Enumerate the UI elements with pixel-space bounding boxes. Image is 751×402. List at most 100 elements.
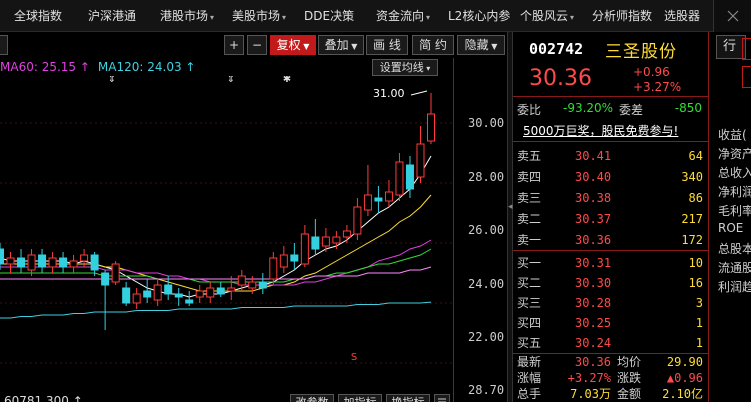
indicator-menu-button[interactable] bbox=[434, 394, 450, 402]
chart-toolbar: + − 复权 ▼ 叠加 ▼ 画 线 简 约 隐藏 ▼ bbox=[0, 32, 507, 58]
overlay-button[interactable]: 叠加 ▼ bbox=[318, 35, 364, 55]
candle[interactable] bbox=[311, 219, 320, 255]
zoom-in-button[interactable]: + bbox=[224, 35, 244, 55]
candle[interactable] bbox=[38, 249, 47, 273]
side-red-button[interactable] bbox=[742, 38, 751, 60]
menu-us-market[interactable]: 美股市场 ▾ bbox=[232, 0, 286, 32]
finance-item[interactable]: 总股本 bbox=[718, 240, 751, 257]
bid-row[interactable]: 买二 30.30 16 bbox=[513, 273, 709, 294]
candle[interactable] bbox=[227, 276, 236, 300]
candle[interactable] bbox=[185, 291, 194, 306]
candle[interactable] bbox=[101, 270, 110, 330]
candle[interactable] bbox=[353, 198, 362, 240]
candle[interactable] bbox=[290, 243, 299, 270]
menu-capital-flow[interactable]: 资金流向 ▾ bbox=[376, 0, 430, 32]
candle-body bbox=[321, 236, 330, 247]
ask-row[interactable]: 卖三 30.38 86 bbox=[513, 188, 709, 209]
candle[interactable] bbox=[111, 261, 120, 285]
candle[interactable] bbox=[216, 282, 225, 297]
menu-hk-market[interactable]: 港股市场 ▾ bbox=[160, 0, 214, 32]
menu-stock-connect[interactable]: 沪深港通 bbox=[88, 0, 136, 32]
side-red-button[interactable] bbox=[742, 66, 751, 88]
event-marker-icon[interactable]: ⇕ bbox=[108, 76, 116, 85]
candle[interactable] bbox=[427, 93, 435, 144]
ask-volume: 64 bbox=[688, 149, 703, 163]
stat-value: 29.90 bbox=[666, 355, 703, 369]
menu-stock-risk[interactable]: 个股风云 ▾ bbox=[520, 0, 574, 32]
candlestick-chart[interactable]: 31.00 ⇕ ⇕ ✱ S bbox=[0, 76, 453, 376]
collapse-arrow-icon[interactable]: ◂ bbox=[508, 202, 513, 212]
finance-item[interactable]: 流通股 bbox=[718, 259, 751, 276]
weicha-label: 委差 bbox=[619, 103, 644, 117]
stat-row: 涨幅 +3.27% 涨跌 ▲0.96 bbox=[513, 370, 709, 386]
quote-panel: 002742 三圣股份 30.36 +0.96 +3.27% 委比 -93.20… bbox=[513, 32, 709, 402]
event-marker-icon[interactable]: ⇕ bbox=[227, 76, 235, 85]
finance-item[interactable]: 利润趋 bbox=[718, 278, 751, 295]
candle-body bbox=[374, 197, 383, 202]
top-menu-bar: 全球指数 沪深港通 港股市场 ▾ 美股市场 ▾ DDE决策 资金流向 ▾ L2核心内参… bbox=[0, 0, 751, 32]
menu-analyst-index[interactable]: 分析师指数 bbox=[592, 0, 652, 32]
menu-global-index[interactable]: 全球指数 bbox=[14, 0, 62, 32]
candle[interactable] bbox=[300, 225, 309, 267]
finance-item[interactable]: ROE bbox=[718, 221, 743, 235]
candle-body bbox=[269, 257, 278, 280]
finance-item[interactable]: 净利润 bbox=[718, 183, 751, 200]
candle[interactable] bbox=[153, 279, 162, 306]
change-indicator-button[interactable]: 换指标 bbox=[386, 394, 430, 402]
candle[interactable] bbox=[143, 279, 152, 303]
promo-link[interactable]: 5000万巨奖，股民免费参与! bbox=[523, 122, 678, 139]
candle[interactable] bbox=[122, 282, 131, 306]
ask-row[interactable]: 卖四 30.40 340 bbox=[513, 167, 709, 188]
event-marker-icon[interactable]: S bbox=[351, 352, 357, 363]
menu-overflow-button[interactable] bbox=[713, 0, 751, 32]
set-ma-button[interactable]: 设置均线 ▾ bbox=[372, 59, 438, 76]
candle[interactable] bbox=[258, 273, 267, 294]
candle[interactable] bbox=[164, 276, 173, 300]
candle[interactable] bbox=[416, 126, 425, 183]
zoom-out-button[interactable]: − bbox=[247, 35, 267, 55]
candle[interactable] bbox=[0, 243, 4, 270]
menu-l2-insider[interactable]: L2核心内参 bbox=[448, 0, 510, 32]
bid-row[interactable]: 买五 30.24 1 bbox=[513, 333, 709, 354]
candle[interactable] bbox=[374, 186, 383, 213]
bid-row[interactable]: 买三 30.28 3 bbox=[513, 293, 709, 314]
add-indicator-button[interactable]: 加指标 bbox=[338, 394, 382, 402]
finance-item[interactable]: 总收入 bbox=[718, 164, 751, 181]
menu-dde[interactable]: DDE决策 bbox=[304, 0, 354, 32]
ma60-label: MA60: 25.15 ↑ bbox=[0, 60, 90, 74]
candle[interactable] bbox=[279, 246, 288, 273]
event-marker-icon[interactable]: ✱ bbox=[283, 76, 291, 85]
candle[interactable] bbox=[395, 153, 404, 201]
candle[interactable] bbox=[132, 288, 141, 309]
bid-row[interactable]: 买一 30.31 10 bbox=[513, 253, 709, 274]
candle[interactable] bbox=[17, 249, 26, 273]
candle[interactable] bbox=[384, 180, 393, 207]
finance-item[interactable]: 净资产 bbox=[718, 145, 751, 162]
stat-row: 总手 7.03万 金额 2.10亿 bbox=[513, 386, 709, 402]
candle[interactable] bbox=[48, 252, 57, 273]
candle[interactable] bbox=[69, 255, 78, 273]
simple-mode-button[interactable]: 简 约 bbox=[412, 35, 454, 55]
candle[interactable] bbox=[195, 285, 204, 303]
bid-row[interactable]: 买四 30.25 1 bbox=[513, 313, 709, 334]
ask-row[interactable]: 卖二 30.37 217 bbox=[513, 209, 709, 230]
draw-line-button[interactable]: 画 线 bbox=[366, 35, 408, 55]
hide-button[interactable]: 隐藏 ▼ bbox=[457, 35, 505, 55]
candle-body bbox=[6, 257, 15, 265]
adjust-price-button[interactable]: 复权 ▼ bbox=[270, 35, 316, 55]
candle[interactable] bbox=[237, 270, 246, 291]
edit-params-button[interactable]: 改参数 bbox=[290, 394, 334, 402]
ask-row[interactable]: 卖五 30.41 64 bbox=[513, 146, 709, 167]
candle[interactable] bbox=[27, 249, 36, 276]
candle[interactable] bbox=[363, 165, 372, 216]
candle[interactable] bbox=[59, 252, 68, 273]
candle[interactable] bbox=[6, 252, 15, 273]
ask-row[interactable]: 卖一 30.36 172 bbox=[513, 230, 709, 251]
finance-item[interactable]: 收益( bbox=[718, 126, 747, 143]
candle-body bbox=[27, 254, 36, 271]
candle[interactable] bbox=[206, 282, 215, 303]
menu-stock-screener[interactable]: 选股器 bbox=[664, 0, 700, 32]
finance-item[interactable]: 毛利率 bbox=[718, 202, 751, 219]
candle[interactable] bbox=[90, 252, 99, 276]
candle[interactable] bbox=[342, 225, 351, 243]
